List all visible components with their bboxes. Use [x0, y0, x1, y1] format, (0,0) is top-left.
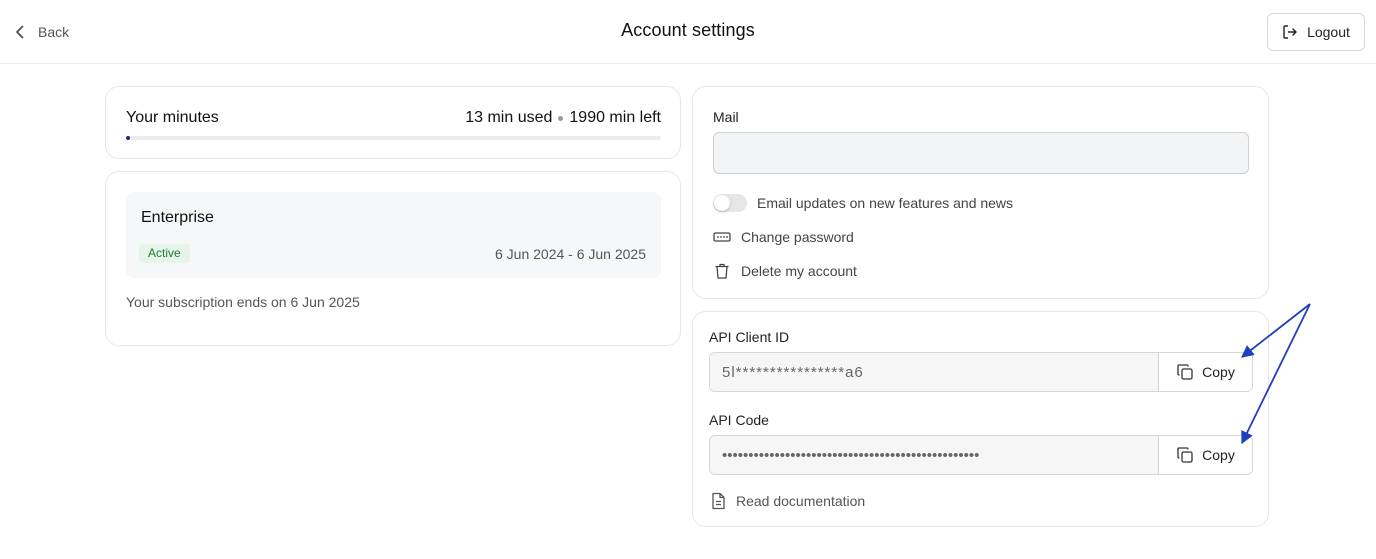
- api-client-id-value[interactable]: 5l****************a6: [710, 353, 1158, 391]
- api-client-id-label: API Client ID: [709, 329, 790, 345]
- page-title: Account settings: [621, 20, 755, 40]
- mail-input[interactable]: [713, 132, 1249, 174]
- copy-code-button[interactable]: Copy: [1158, 436, 1252, 474]
- minutes-label: Your minutes: [126, 109, 219, 126]
- email-updates-toggle-row[interactable]: Email updates on new features and news: [713, 194, 1013, 212]
- copy-client-id-button[interactable]: Copy: [1158, 353, 1252, 391]
- subscription-card: Enterprise Active 6 Jun 2024 - 6 Jun 202…: [105, 171, 681, 346]
- minutes-progress-bar: [126, 136, 661, 140]
- api-card: API Client ID 5l****************a6 Copy …: [692, 311, 1269, 527]
- minutes-left: 1990 min left: [569, 109, 661, 126]
- minutes-progress-fill: [126, 136, 131, 140]
- delete-account-link[interactable]: Delete my account: [713, 262, 857, 280]
- trash-icon: [715, 263, 729, 279]
- api-code-value[interactable]: ••••••••••••••••••••••••••••••••••••••••…: [710, 436, 1158, 474]
- change-password-label: Change password: [741, 229, 854, 245]
- copy-label: Copy: [1202, 364, 1235, 380]
- plan-name: Enterprise: [141, 209, 214, 226]
- mail-label: Mail: [713, 109, 739, 125]
- account-card: Mail Email updates on new features and n…: [692, 86, 1269, 299]
- subscription-end-text: Your subscription ends on 6 Jun 2025: [126, 294, 360, 310]
- plan-box: Enterprise Active 6 Jun 2024 - 6 Jun 202…: [126, 192, 661, 278]
- document-icon: [712, 492, 725, 510]
- copy-label: Copy: [1202, 447, 1235, 463]
- plan-dates: 6 Jun 2024 - 6 Jun 2025: [494, 246, 646, 262]
- separator-dot: [558, 115, 564, 121]
- email-updates-label: Email updates on new features and news: [757, 195, 1014, 211]
- api-code-field: ••••••••••••••••••••••••••••••••••••••••…: [709, 435, 1253, 475]
- read-documentation-link[interactable]: Read documentation: [709, 492, 865, 510]
- password-icon: [713, 232, 731, 242]
- read-documentation-label: Read documentation: [736, 493, 866, 509]
- logout-button[interactable]: Logout: [1267, 13, 1365, 51]
- email-updates-toggle[interactable]: [713, 194, 747, 212]
- logout-label: Logout: [1307, 24, 1350, 40]
- delete-account-label: Delete my account: [741, 263, 857, 279]
- api-client-id-field: 5l****************a6 Copy: [709, 352, 1253, 392]
- toggle-knob: [714, 195, 730, 211]
- change-password-link[interactable]: Change password: [713, 228, 854, 246]
- copy-icon: [1177, 364, 1193, 380]
- minutes-card: Your minutes 13 min used 1990 min left: [105, 86, 681, 159]
- copy-icon: [1177, 447, 1193, 463]
- minutes-used: 13 min used: [465, 109, 553, 126]
- status-badge: Active: [139, 244, 190, 263]
- api-code-label: API Code: [709, 412, 769, 428]
- minutes-usage: 13 min used 1990 min left: [465, 109, 661, 127]
- top-bar: Back Account settings Logout: [0, 0, 1376, 64]
- logout-icon: [1283, 25, 1297, 39]
